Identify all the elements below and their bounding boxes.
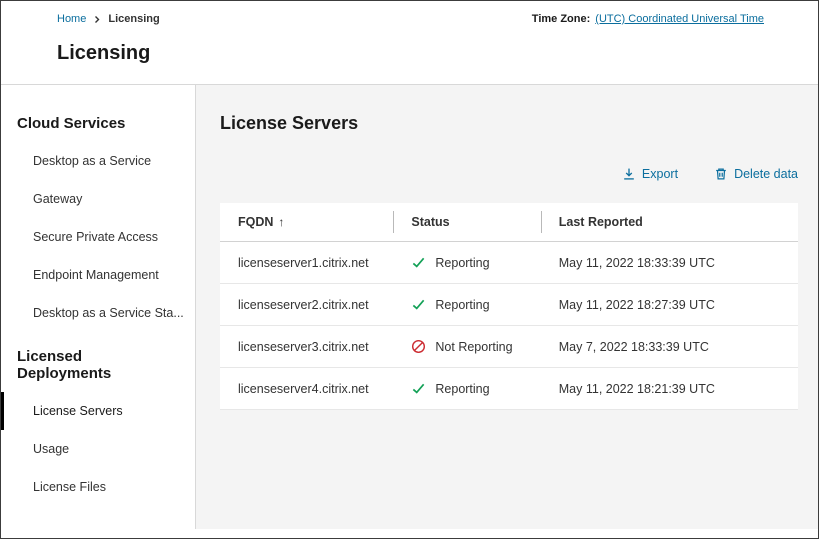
last-reported-cell: May 11, 2022 18:27:39 UTC [541,284,798,326]
status-wrap: Reporting [411,381,528,396]
license-servers-table: FQDN ↑ Status Last Reported licenseserver1.… [220,203,798,410]
column-header[interactable]: Last Reported [541,203,798,242]
table-row: licenseserver2.citrix.net Reporting May 11… [220,284,798,326]
reporting-check-icon [411,297,426,312]
column-header[interactable]: Status [393,203,540,242]
sidebar-item[interactable]: Desktop as a Service Sta... [1,294,195,332]
reporting-check-icon [411,255,426,270]
table-actions: Export Delete data [220,167,798,181]
sidebar-item[interactable]: Desktop as a Service [1,142,195,180]
status-label: Not Reporting [435,340,512,354]
reporting-check-icon [411,381,426,396]
column-label: FQDN [238,215,273,229]
timezone-link[interactable]: (UTC) Coordinated Universal Time [595,13,764,25]
table-row: licenseserver1.citrix.net Reporting May 11… [220,242,798,284]
export-icon [622,167,636,181]
fqdn-cell: licenseserver4.citrix.net [220,368,393,410]
fqdn-cell: licenseserver3.citrix.net [220,326,393,368]
status-wrap: Not Reporting [411,339,528,354]
status-cell: Reporting [393,242,540,284]
timezone: Time Zone: (UTC) Coordinated Universal T… [532,13,764,25]
page-body: Cloud ServicesDesktop as a ServiceGatewa… [1,85,818,529]
timezone-label: Time Zone: [532,13,590,25]
last-reported-cell: May 11, 2022 18:33:39 UTC [541,242,798,284]
export-button[interactable]: Export [622,167,678,181]
sidebar-item[interactable]: Usage [1,430,195,468]
export-label: Export [642,167,678,181]
breadcrumb-home-link[interactable]: Home [57,13,86,25]
status-cell: Reporting [393,284,540,326]
fqdn-cell: licenseserver2.citrix.net [220,284,393,326]
column-label: Last Reported [559,215,643,229]
sidebar: Cloud ServicesDesktop as a ServiceGatewa… [1,85,196,529]
delete-data-label: Delete data [734,167,798,181]
breadcrumb-current: Licensing [108,13,159,25]
fqdn-cell: licenseserver1.citrix.net [220,242,393,284]
status-cell: Not Reporting [393,326,540,368]
sort-ascending-icon: ↑ [278,215,284,229]
main-content: License Servers Export Delete data FQDN ↑… [196,85,818,529]
sidebar-item[interactable]: Gateway [1,180,195,218]
sidebar-section-title: Licensed Deployments [1,332,195,392]
top-bar: Home Licensing Time Zone: (UTC) Coordina… [1,1,818,25]
sidebar-section-title: Cloud Services [1,99,195,142]
page-title: Licensing [57,42,818,65]
sidebar-item[interactable]: License Servers [1,392,195,430]
status-wrap: Reporting [411,255,528,270]
page-header: Home Licensing Time Zone: (UTC) Coordina… [1,1,818,85]
trash-icon [714,167,728,181]
status-label: Reporting [435,382,489,396]
sidebar-item[interactable]: Secure Private Access [1,218,195,256]
status-label: Reporting [435,256,489,270]
chevron-right-icon [93,15,101,24]
table-row: licenseserver3.citrix.net Not Reporting Ma… [220,326,798,368]
table-header-row: FQDN ↑ Status Last Reported [220,203,798,242]
last-reported-cell: May 11, 2022 18:21:39 UTC [541,368,798,410]
app-window: Home Licensing Time Zone: (UTC) Coordina… [0,0,819,539]
not-reporting-icon [411,339,426,354]
status-cell: Reporting [393,368,540,410]
column-header[interactable]: FQDN ↑ [220,203,393,242]
column-label: Status [411,215,449,229]
section-title: License Servers [220,113,798,134]
status-label: Reporting [435,298,489,312]
sidebar-item[interactable]: License Files [1,468,195,506]
delete-data-button[interactable]: Delete data [714,167,798,181]
last-reported-cell: May 7, 2022 18:33:39 UTC [541,326,798,368]
sidebar-item[interactable]: Endpoint Management [1,256,195,294]
table-row: licenseserver4.citrix.net Reporting May 11… [220,368,798,410]
status-wrap: Reporting [411,297,528,312]
breadcrumb: Home Licensing [57,13,160,25]
